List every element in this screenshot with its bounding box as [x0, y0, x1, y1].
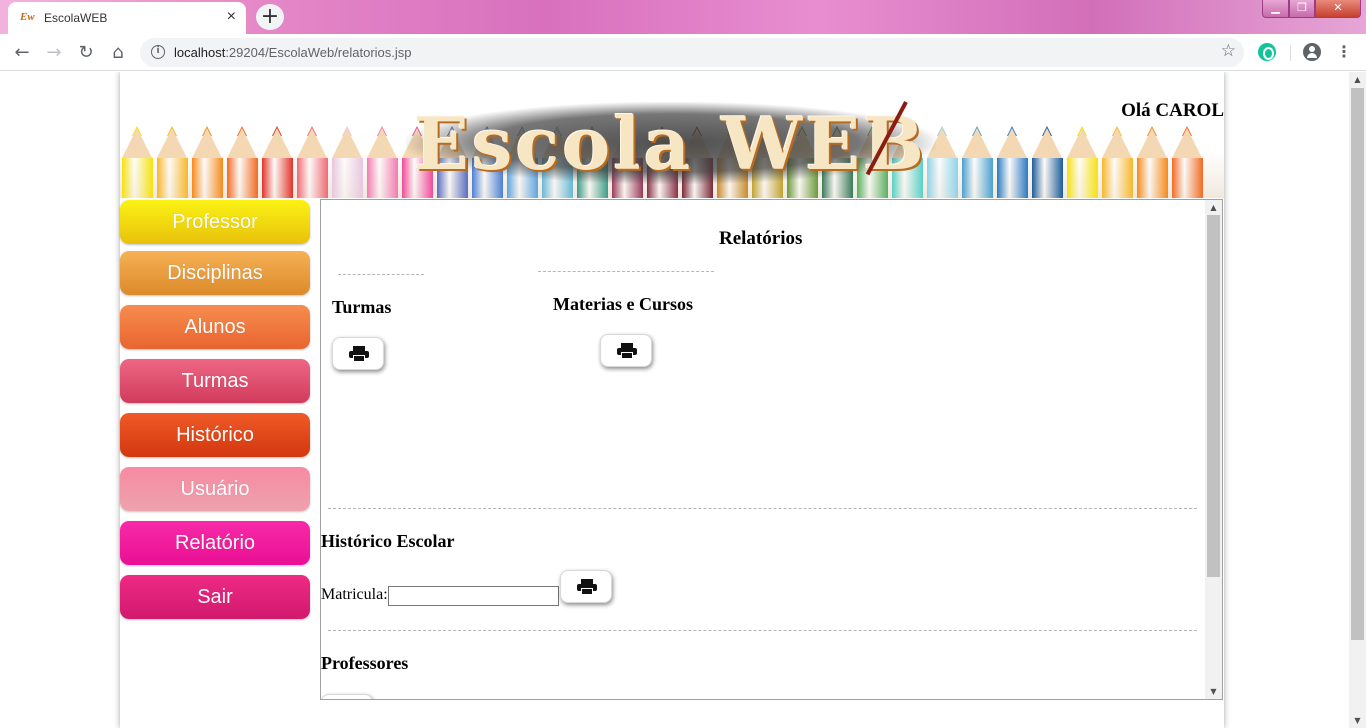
page-viewport: Escola WEB Olá CAROL Professor Disciplina…: [0, 72, 1349, 728]
pencil-decoration: [260, 118, 295, 198]
page-title: Relatórios: [719, 228, 803, 249]
pencil-decoration: [330, 118, 365, 198]
divider: [328, 630, 1197, 631]
address-bar[interactable]: i localhost:29204/EscolaWeb/relatorios.j…: [140, 38, 1244, 67]
divider: [538, 271, 714, 272]
matricula-input[interactable]: [388, 586, 559, 606]
print-historico-button[interactable]: [560, 570, 612, 603]
pencil-decoration: [1030, 118, 1065, 198]
scroll-down-icon[interactable]: ▼: [1349, 713, 1366, 728]
professores-heading: Professores: [321, 653, 409, 673]
pencil-decoration: [995, 118, 1030, 198]
browser-toolbar: ← → ↻ ⌂ i localhost:29204/EscolaWeb/rela…: [0, 34, 1366, 71]
grammarly-icon[interactable]: [1258, 43, 1276, 61]
sidebar-item-7[interactable]: Sair: [120, 575, 310, 619]
sidebar-item-2[interactable]: Alunos: [120, 305, 310, 349]
banner: Escola WEB: [120, 96, 1224, 198]
reload-icon[interactable]: ↻: [74, 41, 98, 65]
divider: [328, 508, 1197, 509]
info-icon[interactable]: i: [151, 45, 165, 59]
pencil-decoration: [1100, 118, 1135, 198]
pencil-decoration: [295, 118, 330, 198]
pencil-decoration: [365, 118, 400, 198]
print-turmas-button[interactable]: [332, 337, 384, 370]
sidebar-item-1[interactable]: Disciplinas: [120, 251, 310, 295]
matricula-label: Matricula:: [321, 586, 388, 603]
printer-icon: [349, 346, 369, 362]
printer-icon: [577, 579, 597, 595]
printer-icon: [617, 343, 637, 359]
window-minimize-button[interactable]: ▁: [1262, 0, 1289, 18]
back-icon[interactable]: ←: [10, 41, 34, 65]
turmas-heading: Turmas: [332, 297, 392, 317]
favicon-icon: Ew: [20, 11, 35, 23]
menu-icon[interactable]: ⋮: [1336, 41, 1352, 63]
pencil-decoration: [190, 118, 225, 198]
forward-icon[interactable]: →: [42, 41, 66, 65]
materias-heading: Materias e Cursos: [553, 294, 693, 314]
page-scrollbar[interactable]: ▲ ▼: [1349, 72, 1366, 728]
page-container: Escola WEB Olá CAROL Professor Disciplina…: [120, 72, 1224, 728]
star-icon[interactable]: ☆: [1221, 41, 1236, 61]
sidebar-item-0[interactable]: Professor: [120, 200, 310, 244]
pencil-decoration: [120, 118, 155, 198]
sidebar-item-6[interactable]: Relatório: [120, 521, 310, 565]
pencil-decoration: [1065, 118, 1100, 198]
new-tab-button[interactable]: +: [256, 4, 284, 30]
toolbar-divider: [1290, 45, 1291, 61]
home-icon[interactable]: ⌂: [106, 41, 130, 65]
scroll-thumb[interactable]: [1351, 88, 1364, 640]
account-icon[interactable]: [1303, 43, 1321, 61]
scroll-thumb[interactable]: [1207, 215, 1220, 577]
frame-scrollbar[interactable]: ▲ ▼: [1205, 200, 1222, 699]
print-professores-button[interactable]: [321, 694, 373, 699]
scroll-down-icon[interactable]: ▼: [1205, 684, 1222, 699]
tab-close-icon[interactable]: ×: [227, 8, 236, 26]
pencil-decoration: [960, 118, 995, 198]
sidebar-item-4[interactable]: Histórico: [120, 413, 310, 457]
window-maximize-button[interactable]: ❐: [1289, 0, 1315, 18]
window-close-button[interactable]: ✕: [1315, 0, 1361, 18]
browser-tabstrip: Ew EscolaWEB × + ▁ ❐ ✕: [0, 0, 1366, 34]
content-frame: Relatórios Turmas Materias e Cursos Hist…: [320, 199, 1223, 700]
pencil-decoration: [155, 118, 190, 198]
print-materias-button[interactable]: [600, 334, 652, 367]
logo: Escola WEB: [406, 102, 936, 184]
scroll-up-icon[interactable]: ▲: [1349, 72, 1366, 87]
sidebar-item-3[interactable]: Turmas: [120, 359, 310, 403]
historico-heading: Histórico Escolar: [321, 531, 455, 551]
divider: [338, 274, 424, 275]
pencil-decoration: [1135, 118, 1170, 198]
browser-tab[interactable]: Ew EscolaWEB ×: [8, 2, 246, 34]
sidebar-item-5[interactable]: Usuário: [120, 467, 310, 511]
pencil-decoration: [1170, 118, 1205, 198]
scroll-up-icon[interactable]: ▲: [1205, 200, 1222, 215]
tab-title: EscolaWEB: [44, 11, 108, 25]
url-text[interactable]: localhost:29204/EscolaWeb/relatorios.jsp: [174, 45, 412, 60]
pencil-decoration: [225, 118, 260, 198]
user-greeting: Olá CAROL: [1121, 100, 1224, 121]
